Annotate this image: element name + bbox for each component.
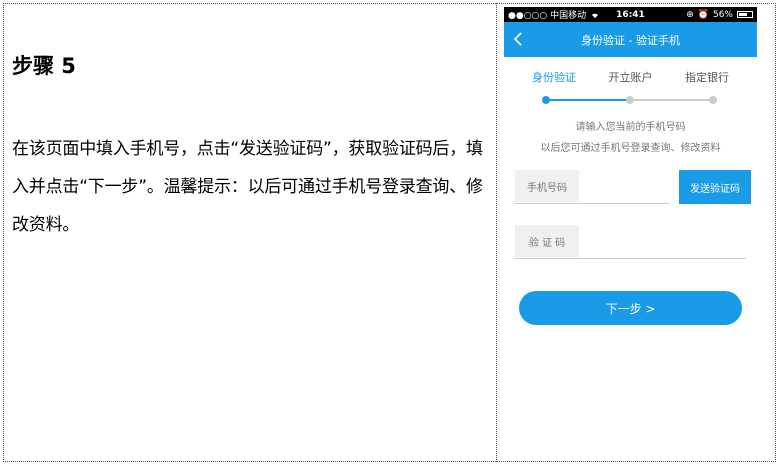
code-field-label: 验 证 码 xyxy=(515,225,579,257)
status-bar: ●●○○○ 中国移动 16:41 ⊕ ⏰ 56% xyxy=(504,7,757,22)
step-title: 步骤 5 xyxy=(12,54,76,78)
next-step-button[interactable]: 下一步 > xyxy=(519,291,742,325)
battery-icon xyxy=(737,11,753,18)
lock-rotation-icon: ⊕ xyxy=(686,9,694,20)
phone-screenshot: ●●○○○ 中国移动 16:41 ⊕ ⏰ 56% 身份验证 - 验证手机 身份验… xyxy=(504,7,757,457)
progress-dot-1 xyxy=(542,96,550,104)
status-time: 16:41 xyxy=(616,9,645,20)
back-chevron-icon[interactable] xyxy=(512,30,524,48)
battery-percent: 56% xyxy=(712,9,733,20)
phone-field-label: 手机号码 xyxy=(515,170,579,202)
instruction-text: 在该页面中填入手机号，点击“发送验证码”，获取验证码后，填入并点击“下一步”。温… xyxy=(12,139,483,235)
nav-bar: 身份验证 - 验证手机 xyxy=(504,22,757,57)
send-code-button[interactable]: 发送验证码 xyxy=(679,170,751,204)
progress-line-done xyxy=(550,99,630,101)
carrier-label: ●●○○○ 中国移动 xyxy=(508,11,587,21)
step-progress xyxy=(504,95,757,105)
alarm-icon: ⏰ xyxy=(697,9,709,20)
tab-identity[interactable]: 身份验证 xyxy=(524,69,584,85)
phone-input[interactable] xyxy=(515,203,669,204)
wifi-icon xyxy=(592,13,599,18)
progress-dot-2 xyxy=(626,96,634,104)
column-divider xyxy=(496,3,497,462)
tab-open-account[interactable]: 开立账户 xyxy=(601,69,661,85)
hint-line-1: 请输入您当前的手机号码 xyxy=(575,122,686,133)
code-field-row: 验 证 码 xyxy=(515,225,746,259)
nav-title: 身份验证 - 验证手机 xyxy=(581,33,680,47)
hint-text: 请输入您当前的手机号码 以后您可通过手机号登录查询、修改资料 xyxy=(504,117,757,159)
code-input[interactable] xyxy=(515,258,746,259)
tab-bank[interactable]: 指定银行 xyxy=(677,69,737,85)
hint-line-2: 以后您可通过手机号登录查询、修改资料 xyxy=(540,143,721,154)
phone-field-row: 手机号码 发送验证码 xyxy=(515,170,751,204)
progress-line-pending xyxy=(630,99,713,101)
progress-dot-3 xyxy=(709,96,717,104)
step-tabs: 身份验证 开立账户 指定银行 xyxy=(504,69,757,85)
